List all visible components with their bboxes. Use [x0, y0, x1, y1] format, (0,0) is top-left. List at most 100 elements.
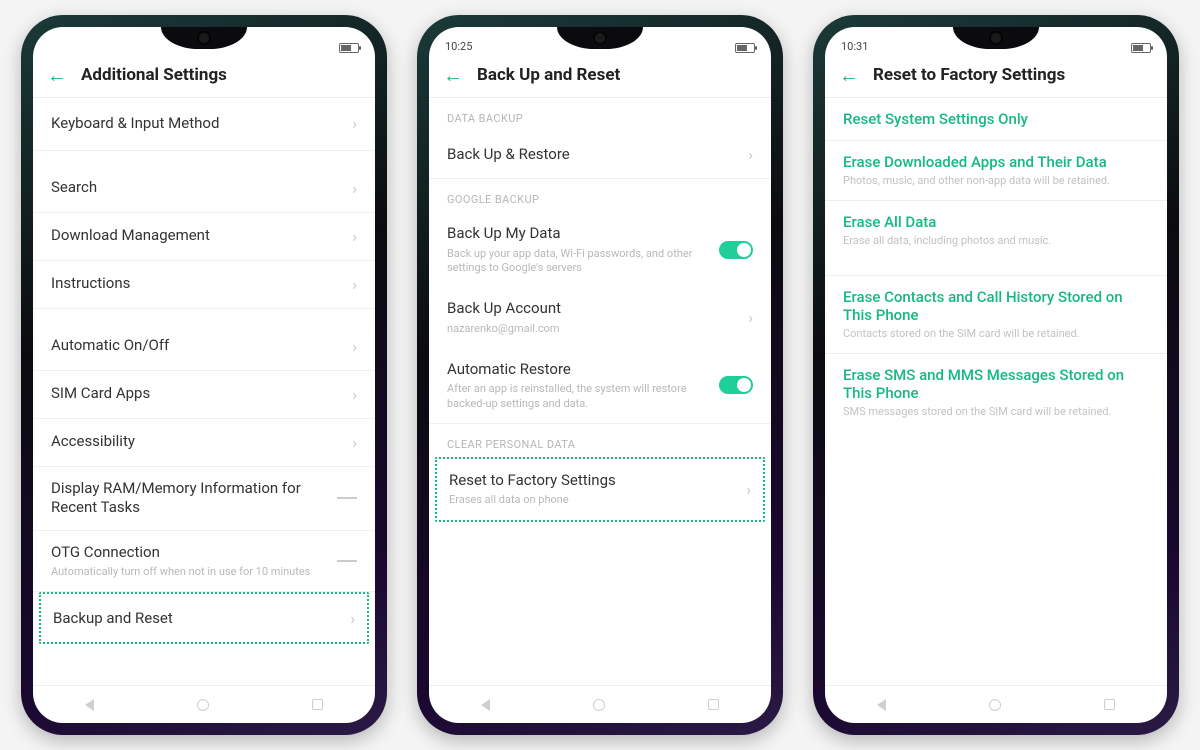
- option-sublabel: Erase all data, including photos and mus…: [843, 234, 1149, 248]
- phone-mockup-1: ← Additional Settings Keyboard & Input M…: [21, 15, 387, 735]
- row-label: Back Up & Restore: [447, 145, 740, 165]
- phone-mockup-2: 10:25 ← Back Up and Reset DATA BACKUP Ba…: [417, 15, 783, 735]
- row-otg-connection[interactable]: OTG Connection Automatically turn off wh…: [33, 531, 375, 593]
- option-label: Erase Downloaded Apps and Their Data: [843, 153, 1149, 171]
- option-erase-all-data[interactable]: Erase All Data Erase all data, including…: [825, 201, 1167, 260]
- battery-icon: [1131, 43, 1151, 53]
- row-sublabel: nazarenko@gmail.com: [447, 322, 740, 336]
- section-label: CLEAR PERSONAL DATA: [429, 424, 771, 457]
- settings-list: Keyboard & Input Method › Search › Downl…: [33, 98, 375, 685]
- chevron-right-icon: ›: [352, 114, 357, 133]
- chevron-right-icon: ›: [748, 308, 753, 327]
- row-download-management[interactable]: Download Management ›: [33, 213, 375, 261]
- option-sublabel: Photos, music, and other non-app data wi…: [843, 174, 1149, 188]
- row-display-ram[interactable]: Display RAM/Memory Information for Recen…: [33, 467, 375, 531]
- highlight-box: Backup and Reset ›: [39, 592, 369, 644]
- nav-home-icon[interactable]: [593, 699, 605, 711]
- nav-back-icon[interactable]: [481, 699, 490, 711]
- settings-list: DATA BACKUP Back Up & Restore › GOOGLE B…: [429, 98, 771, 685]
- row-label: Download Management: [51, 226, 344, 246]
- chevron-right-icon: ›: [748, 145, 753, 164]
- row-sublabel: Back up your app data, Wi-Fi passwords, …: [447, 247, 711, 276]
- chevron-right-icon: ›: [352, 227, 357, 246]
- row-automatic-restore[interactable]: Automatic Restore After an app is reinst…: [429, 348, 771, 424]
- nav-back-icon[interactable]: [877, 699, 886, 711]
- header: ← Back Up and Reset: [429, 55, 771, 98]
- nav-home-icon[interactable]: [989, 699, 1001, 711]
- status-time: 10:25: [445, 40, 485, 53]
- chevron-right-icon: ›: [746, 480, 751, 499]
- option-sublabel: Contacts stored on the SIM card will be …: [843, 327, 1149, 341]
- row-label: OTG Connection: [51, 543, 329, 563]
- option-erase-contacts[interactable]: Erase Contacts and Call History Stored o…: [825, 276, 1167, 353]
- section-label: DATA BACKUP: [429, 98, 771, 131]
- back-arrow-icon[interactable]: ←: [47, 65, 67, 85]
- row-label: Display RAM/Memory Information for Recen…: [51, 479, 329, 518]
- row-label: Automatic Restore: [447, 360, 711, 380]
- option-erase-sms[interactable]: Erase SMS and MMS Messages Stored on Thi…: [825, 354, 1167, 431]
- row-backup-and-reset[interactable]: Backup and Reset ›: [41, 594, 367, 642]
- screen: ← Additional Settings Keyboard & Input M…: [33, 27, 375, 723]
- chevron-right-icon: ›: [352, 275, 357, 294]
- toggle-on-icon[interactable]: [719, 376, 753, 394]
- row-keyboard-input[interactable]: Keyboard & Input Method ›: [33, 98, 375, 151]
- row-backup-restore[interactable]: Back Up & Restore ›: [429, 131, 771, 179]
- back-arrow-icon[interactable]: ←: [443, 65, 463, 85]
- row-label: Back Up Account: [447, 299, 740, 319]
- battery-icon: [339, 43, 359, 53]
- row-sublabel: Automatically turn off when not in use f…: [51, 565, 329, 579]
- android-nav-bar: [429, 685, 771, 723]
- nav-recent-icon[interactable]: [1104, 699, 1115, 710]
- section-label: GOOGLE BACKUP: [429, 179, 771, 212]
- row-reset-factory[interactable]: Reset to Factory Settings Erases all dat…: [437, 459, 763, 520]
- option-reset-system-settings[interactable]: Reset System Settings Only: [825, 98, 1167, 140]
- row-search[interactable]: Search ›: [33, 165, 375, 213]
- row-label: Backup and Reset: [53, 609, 342, 629]
- option-label: Erase Contacts and Call History Stored o…: [843, 288, 1149, 324]
- page-title: Back Up and Reset: [477, 65, 620, 85]
- header: ← Reset to Factory Settings: [825, 55, 1167, 98]
- row-instructions[interactable]: Instructions ›: [33, 261, 375, 309]
- nav-back-icon[interactable]: [85, 699, 94, 711]
- chevron-right-icon: ›: [352, 179, 357, 198]
- row-sublabel: After an app is reinstalled, the system …: [447, 382, 711, 411]
- android-nav-bar: [825, 685, 1167, 723]
- row-automatic-on-off[interactable]: Automatic On/Off ›: [33, 323, 375, 371]
- header: ← Additional Settings: [33, 55, 375, 98]
- phone-mockup-3: 10:31 ← Reset to Factory Settings Reset …: [813, 15, 1179, 735]
- chevron-right-icon: ›: [350, 609, 355, 628]
- row-label: Reset to Factory Settings: [449, 471, 738, 491]
- back-arrow-icon[interactable]: ←: [839, 65, 859, 85]
- option-sublabel: SMS messages stored on the SIM card will…: [843, 405, 1149, 419]
- status-time: 10:31: [841, 40, 881, 53]
- chevron-right-icon: ›: [352, 337, 357, 356]
- battery-icon: [735, 43, 755, 53]
- screen: 10:31 ← Reset to Factory Settings Reset …: [825, 27, 1167, 723]
- nav-recent-icon[interactable]: [708, 699, 719, 710]
- row-sublabel: Erases all data on phone: [449, 493, 738, 507]
- nav-recent-icon[interactable]: [312, 699, 323, 710]
- option-erase-downloaded-apps[interactable]: Erase Downloaded Apps and Their Data Pho…: [825, 141, 1167, 200]
- row-label: Back Up My Data: [447, 224, 711, 244]
- toggle-on-icon[interactable]: [719, 241, 753, 259]
- page-title: Reset to Factory Settings: [873, 65, 1065, 85]
- reset-options-list: Reset System Settings Only Erase Downloa…: [825, 98, 1167, 685]
- option-label: Erase All Data: [843, 213, 1149, 231]
- row-label: Search: [51, 178, 344, 198]
- row-label: Accessibility: [51, 432, 344, 452]
- android-nav-bar: [33, 685, 375, 723]
- row-backup-account[interactable]: Back Up Account nazarenko@gmail.com ›: [429, 287, 771, 348]
- chevron-right-icon: ›: [352, 385, 357, 404]
- row-accessibility[interactable]: Accessibility ›: [33, 419, 375, 467]
- row-label: Automatic On/Off: [51, 336, 344, 356]
- row-label: Instructions: [51, 274, 344, 294]
- toggle-off-icon[interactable]: [337, 497, 357, 499]
- row-sim-card-apps[interactable]: SIM Card Apps ›: [33, 371, 375, 419]
- screen: 10:25 ← Back Up and Reset DATA BACKUP Ba…: [429, 27, 771, 723]
- row-label: Keyboard & Input Method: [51, 114, 344, 134]
- option-label: Reset System Settings Only: [843, 110, 1149, 128]
- toggle-off-icon[interactable]: [337, 560, 357, 562]
- highlight-box: Reset to Factory Settings Erases all dat…: [435, 457, 765, 522]
- nav-home-icon[interactable]: [197, 699, 209, 711]
- row-backup-my-data[interactable]: Back Up My Data Back up your app data, W…: [429, 212, 771, 287]
